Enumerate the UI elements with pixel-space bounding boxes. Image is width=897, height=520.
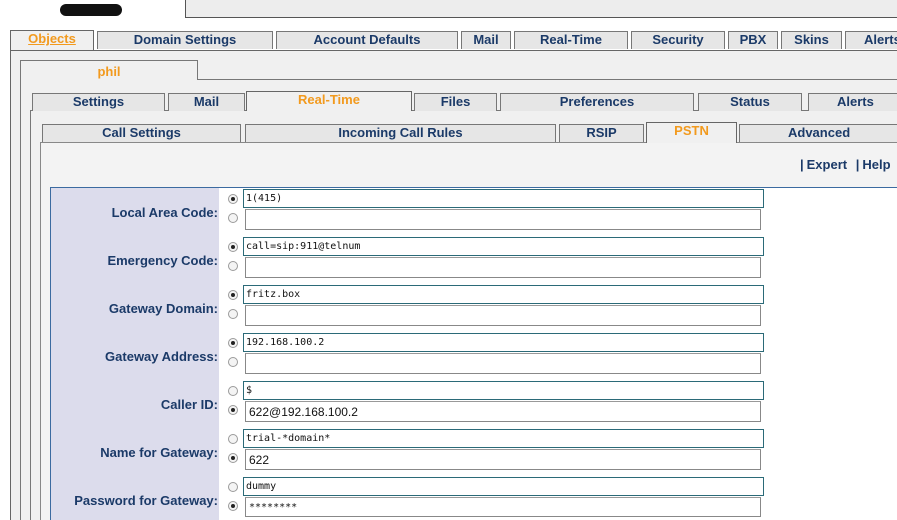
caller-id-default-value: $ — [243, 381, 764, 400]
caller-id-default-radio[interactable] — [228, 386, 238, 396]
account-tab-line — [198, 79, 897, 80]
gateway-password-input[interactable]: ******** — [245, 497, 761, 517]
gateway-password-default-radio[interactable] — [228, 482, 238, 492]
gateway-domain-label: Gateway Domain: — [108, 301, 218, 316]
tab-account-status[interactable]: Status — [698, 93, 802, 111]
gateway-address-label: Gateway Address: — [105, 349, 218, 364]
emergency-code-custom-radio[interactable] — [228, 261, 238, 271]
local-area-code-custom-radio[interactable] — [228, 213, 238, 223]
emergency-code-label: Emergency Code: — [107, 253, 218, 268]
gateway-password-custom-radio[interactable] — [228, 501, 238, 511]
gateway-password-label: Password for Gateway: — [74, 493, 218, 508]
tab-account-real-time[interactable]: Real-Time — [246, 91, 412, 111]
gateway-name-default-value: trial-*domain* — [243, 429, 764, 448]
gateway-password-default-value: dummy — [243, 477, 764, 496]
local-area-code-input[interactable] — [245, 209, 761, 230]
tab-mail[interactable]: Mail — [461, 31, 511, 49]
emergency-code-input[interactable] — [245, 257, 761, 278]
link-separator: | — [800, 157, 804, 172]
tab-rsip[interactable]: RSIP — [559, 124, 644, 142]
top-right-area — [185, 0, 897, 18]
gateway-domain-default-value: fritz.box — [243, 285, 764, 304]
tab-security[interactable]: Security — [631, 31, 725, 49]
tab-account-settings[interactable]: Settings — [32, 93, 165, 111]
caller-id-label: Caller ID: — [160, 397, 218, 412]
emergency-code-default-radio[interactable] — [228, 242, 238, 252]
tab-account-alerts[interactable]: Alerts — [808, 93, 897, 111]
tab-advanced[interactable]: Advanced — [739, 124, 897, 142]
emergency-code-default-value: call=sip:911@telnum — [243, 237, 764, 256]
tab-alerts[interactable]: Alerts — [845, 31, 897, 49]
gateway-name-custom-radio[interactable] — [228, 453, 238, 463]
local-area-code-label: Local Area Code: — [111, 205, 218, 220]
redacted-logo — [60, 4, 122, 16]
help-link[interactable]: Help — [862, 157, 890, 172]
local-area-code-default-radio[interactable] — [228, 194, 238, 204]
gateway-name-input[interactable]: 622 — [245, 449, 761, 470]
tab-objects[interactable]: Objects — [10, 30, 94, 50]
gateway-domain-default-radio[interactable] — [228, 290, 238, 300]
gateway-domain-custom-radio[interactable] — [228, 309, 238, 319]
link-separator: | — [855, 157, 860, 172]
gateway-address-custom-radio[interactable] — [228, 357, 238, 367]
gateway-address-default-value: 192.168.100.2 — [243, 333, 764, 352]
tab-incoming-call-rules[interactable]: Incoming Call Rules — [245, 124, 556, 142]
account-tab[interactable]: phil — [20, 60, 198, 80]
caller-id-input[interactable]: 622@192.168.100.2 — [245, 401, 761, 422]
tab-real-time[interactable]: Real-Time — [514, 31, 628, 49]
tab-call-settings[interactable]: Call Settings — [42, 124, 241, 142]
gateway-name-label: Name for Gateway: — [100, 445, 218, 460]
tab-account-files[interactable]: Files — [414, 93, 497, 111]
tab-skins[interactable]: Skins — [781, 31, 842, 49]
expert-link[interactable]: Expert — [807, 157, 847, 172]
tab-pstn[interactable]: PSTN — [646, 122, 737, 143]
gateway-address-default-radio[interactable] — [228, 338, 238, 348]
gateway-address-input[interactable] — [245, 353, 761, 374]
tab-account-mail[interactable]: Mail — [168, 93, 245, 111]
gateway-name-default-radio[interactable] — [228, 434, 238, 444]
expert-help-links: | Expert | Help — [800, 157, 891, 172]
tab-domain-settings[interactable]: Domain Settings — [97, 31, 273, 49]
local-area-code-default-value: 1(415) — [243, 189, 764, 208]
gateway-domain-input[interactable] — [245, 305, 761, 326]
caller-id-custom-radio[interactable] — [228, 405, 238, 415]
tab-account-preferences[interactable]: Preferences — [500, 93, 694, 111]
tab-account-defaults[interactable]: Account Defaults — [276, 31, 458, 49]
tab-pbx[interactable]: PBX — [728, 31, 778, 49]
